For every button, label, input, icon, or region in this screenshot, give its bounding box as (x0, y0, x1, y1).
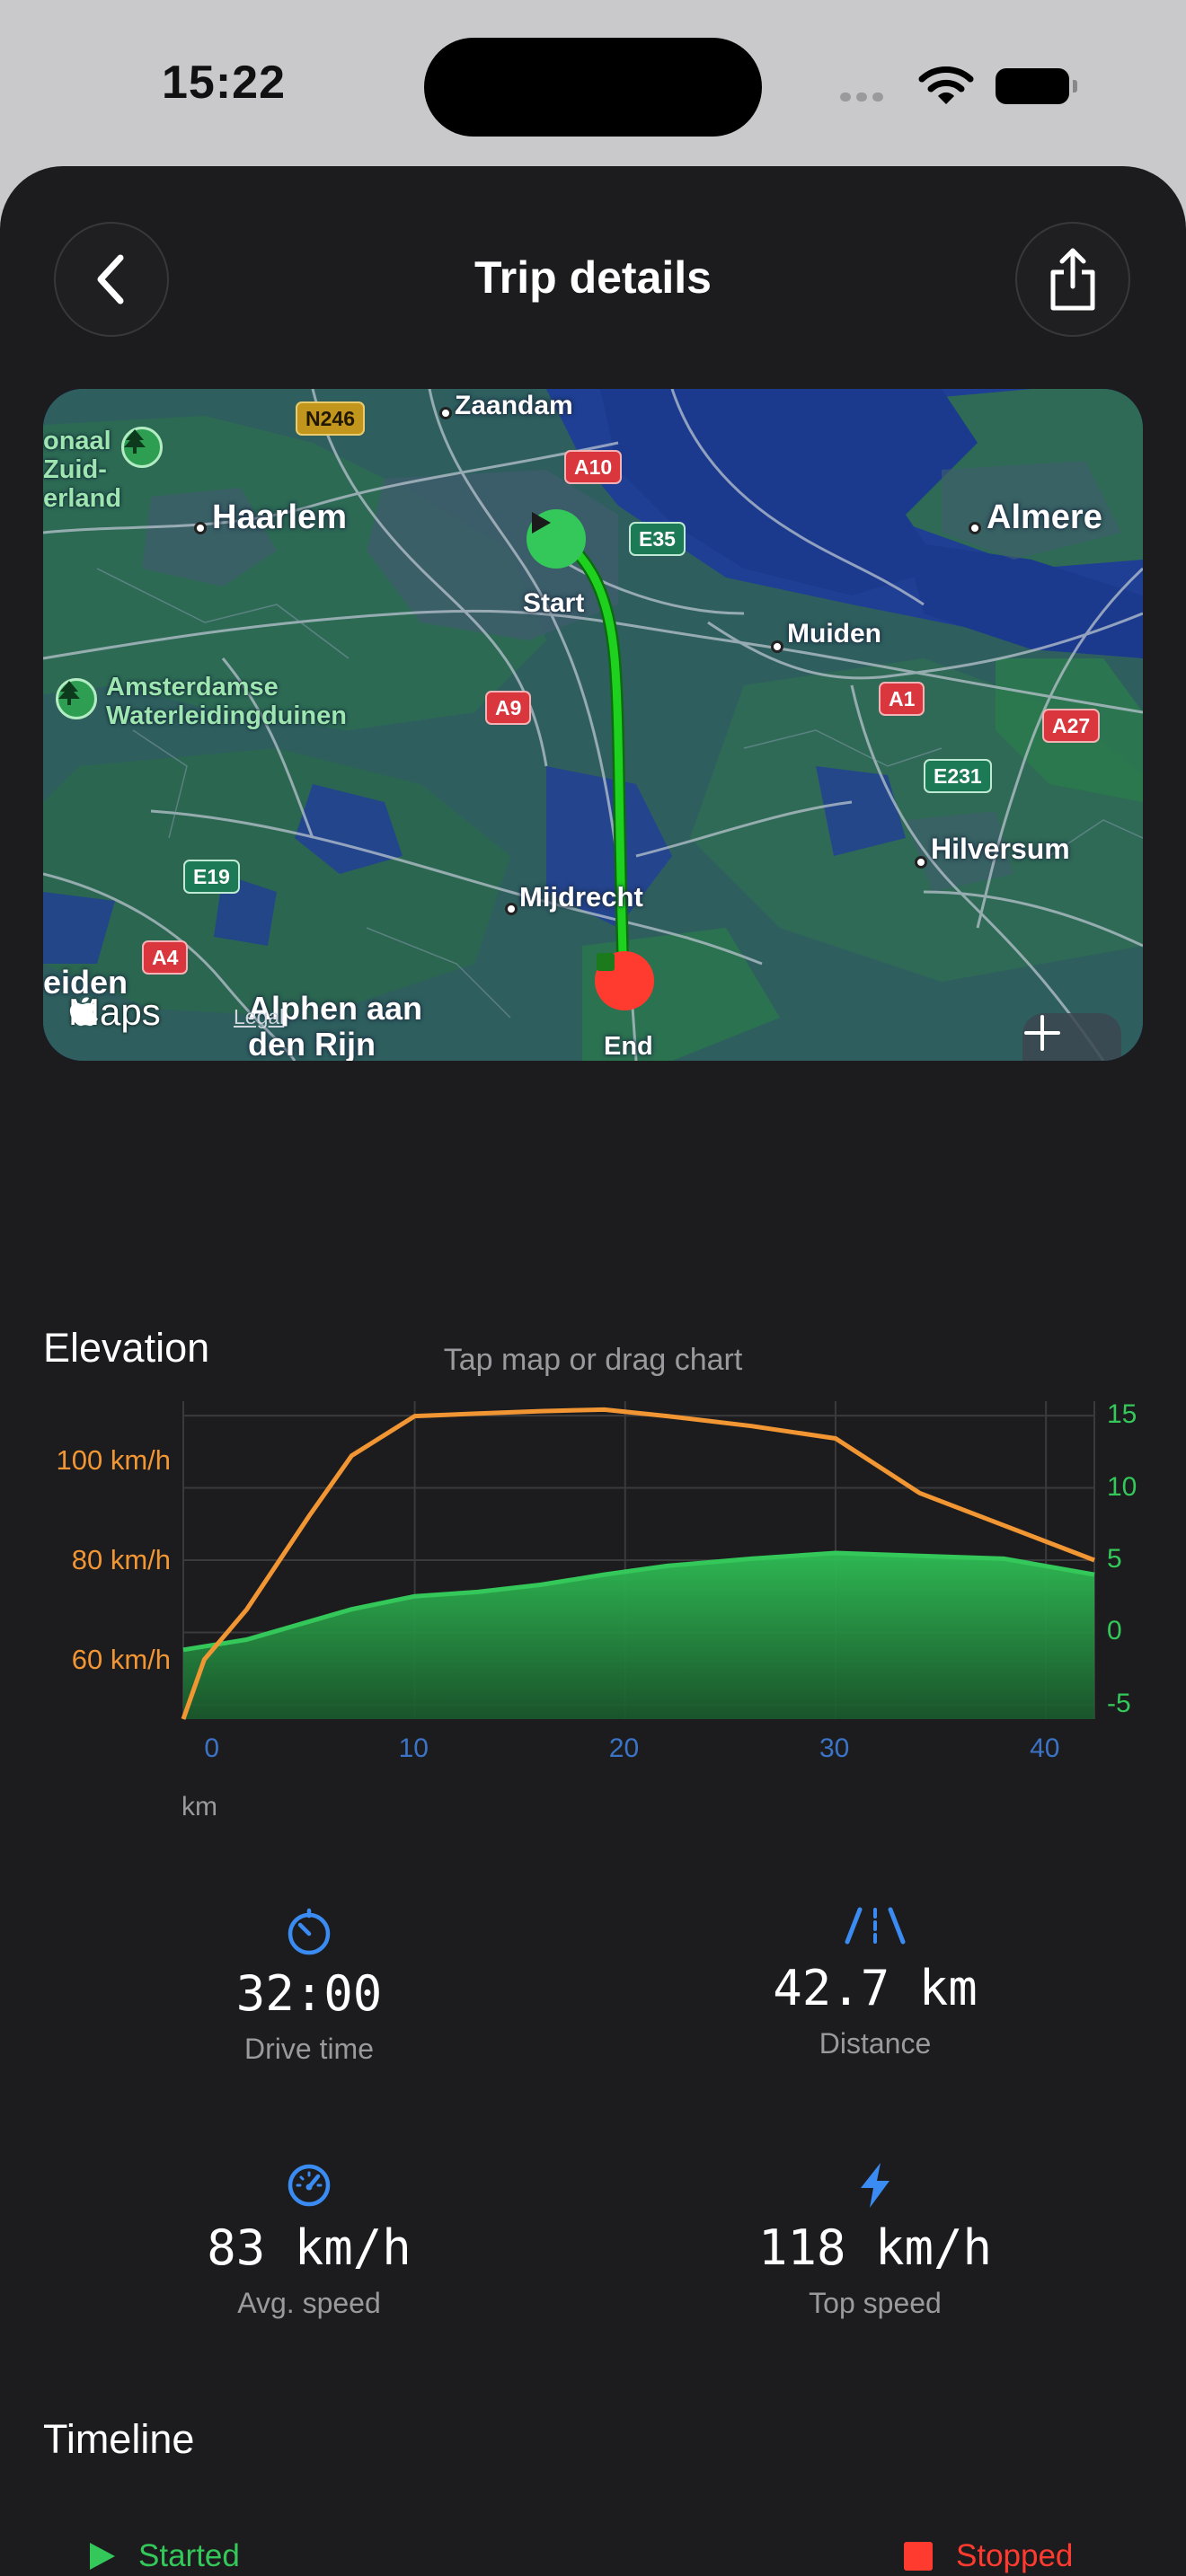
y-right-tick-label: 15 (1107, 1399, 1137, 1430)
road-shield-a27: A27 (1042, 709, 1101, 743)
x-tick-label: 40 (1030, 1734, 1060, 1763)
stat-avg-speed: 83 km/h Avg. speed (84, 2158, 534, 2320)
stat-drive-time: 32:00 Drive time (84, 1904, 534, 2066)
timeline-title: Timeline (43, 2416, 195, 2462)
road-shield-a1: A1 (879, 682, 925, 716)
place-dot (439, 407, 452, 419)
y-left-tick-label: 60 km/h (71, 1643, 171, 1675)
map-legal-link[interactable]: Legal (234, 1005, 284, 1029)
park-tree-icon (121, 427, 163, 468)
stat-top-speed: 118 km/h Top speed (651, 2158, 1100, 2320)
stat-value: 83 km/h (207, 2219, 412, 2276)
battery-icon (996, 68, 1077, 104)
map-label-haarlem: Haarlem (212, 498, 347, 536)
map-label-hilversum: Hilversum (931, 833, 1070, 865)
chart-plot (181, 1401, 1095, 1720)
place-dot (771, 640, 783, 653)
elevation-area (183, 1553, 1094, 1719)
stat-value: 42.7 km (773, 1960, 978, 2016)
map-label-zaandam: Zaandam (455, 391, 573, 420)
road-shield-a9: A9 (485, 691, 532, 725)
start-label: Start (523, 588, 585, 618)
road-shield-e19: E19 (183, 860, 240, 894)
stat-label: Top speed (809, 2287, 942, 2319)
road-shield-e35: E35 (629, 522, 686, 556)
page-title: Trip details (474, 252, 712, 303)
status-bar: 15:22 (0, 0, 1186, 166)
stop-icon (904, 2542, 933, 2571)
x-tick-label: 30 (819, 1734, 850, 1763)
play-icon (532, 512, 551, 534)
share-icon (1050, 248, 1095, 311)
bolt-icon (861, 2163, 890, 2208)
place-dot (194, 522, 207, 534)
timeline-stopped[interactable]: Stopped (904, 2538, 1073, 2574)
road-icon (845, 1907, 906, 1945)
map-label-park-zuid-kennemerland: onaal Zuid- erland (43, 427, 122, 513)
timer-icon (288, 1908, 331, 1955)
plus-icon (1024, 1015, 1060, 1051)
start-marker[interactable] (527, 509, 586, 569)
cellular-signal-icon (840, 90, 889, 106)
y-right-tick-label: 5 (1107, 1544, 1122, 1574)
map-label-mijdrecht: Mijdrecht (519, 881, 643, 913)
stat-label: Distance (819, 2027, 932, 2060)
end-marker[interactable] (595, 951, 654, 1010)
map-label-almere: Almere (987, 498, 1102, 536)
stat-distance: 42.7 km Distance (651, 1899, 1100, 2060)
status-time: 15:22 (162, 57, 286, 109)
end-label: End (604, 1032, 653, 1061)
map-label-muiden: Muiden (787, 619, 881, 648)
map-label-amsterdamse-waterleidingduinen: Amsterdamse Waterleidingduinen (106, 673, 347, 730)
y-left-tick-label: 80 km/h (71, 1544, 171, 1575)
dynamic-island (424, 38, 762, 137)
apple-maps-logo: Maps (68, 991, 161, 1033)
y-right-tick-label: 10 (1107, 1471, 1137, 1502)
road-shield-n246: N246 (296, 401, 365, 436)
trip-map[interactable]: Zaandam Haarlem Almere Muiden Hilversum … (43, 389, 1143, 1061)
elevation-title: Elevation (43, 1325, 210, 1371)
y-right-tick-label: -5 (1107, 1688, 1131, 1718)
place-dot (969, 522, 981, 534)
wifi-icon (918, 66, 974, 104)
zoom-in-button[interactable] (1022, 1013, 1121, 1061)
share-button[interactable] (1015, 222, 1130, 337)
timeline-started[interactable]: Started (86, 2538, 240, 2574)
x-tick-label: 20 (608, 1734, 640, 1763)
road-shield-a10: A10 (564, 450, 623, 484)
zoom-controls (1022, 1013, 1121, 1061)
x-tick-label: 10 (398, 1734, 429, 1763)
x-tick-label: 0 (204, 1734, 220, 1763)
elevation-chart[interactable]: 15 10 5 0 -5 0 10 20 30 40 100 km/h 80 km/h 60 km/h (0, 1383, 1186, 1850)
y-right-tick-label: 0 (1107, 1616, 1122, 1646)
stat-value: 32:00 (235, 1965, 383, 2022)
road-shield-e231: E231 (924, 759, 992, 793)
y-left-tick-label: 100 km/h (56, 1444, 171, 1477)
x-axis-unit: km (181, 1792, 217, 1822)
road-shield-a4: A4 (142, 940, 189, 975)
place-dot (915, 856, 927, 869)
stat-value: 118 km/h (757, 2219, 993, 2276)
play-icon (90, 2543, 115, 2570)
park-tree-icon (56, 678, 97, 719)
apple-icon (69, 997, 98, 1027)
speedometer-icon (288, 2164, 331, 2207)
place-dot (505, 903, 518, 915)
stop-icon (597, 953, 615, 971)
stat-label: Avg. speed (237, 2287, 381, 2319)
stat-label: Drive time (243, 2033, 374, 2065)
